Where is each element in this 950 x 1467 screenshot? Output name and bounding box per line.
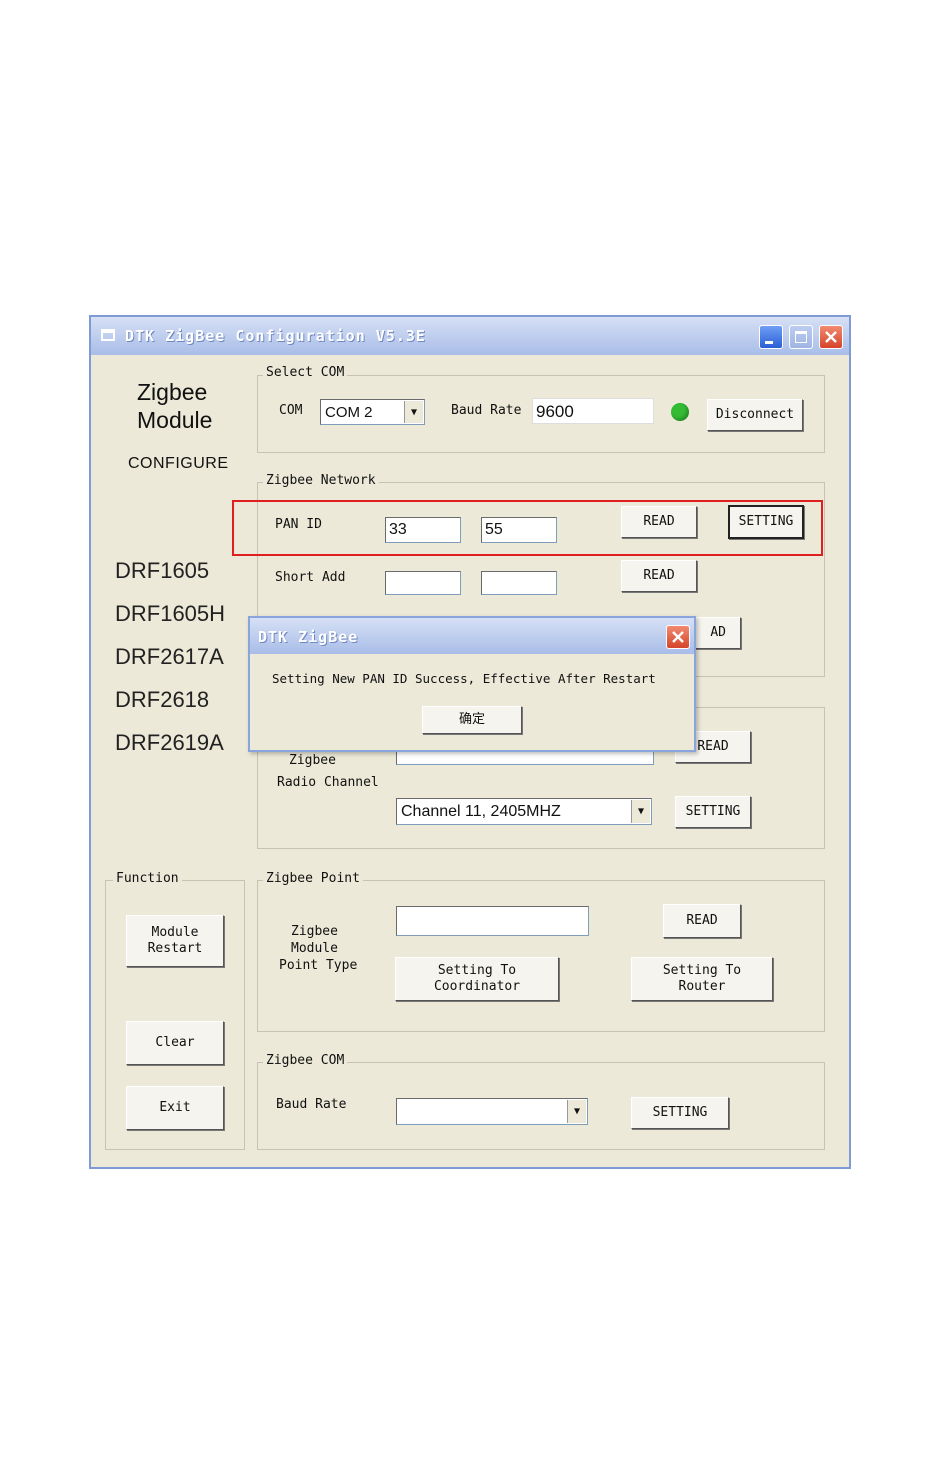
function-legend: Function <box>113 871 182 886</box>
brand-subtitle: CONFIGURE <box>128 455 229 472</box>
short-add-label: Short Add <box>275 570 346 585</box>
model-name: DRF2617A <box>115 644 224 669</box>
app-icon <box>101 329 115 341</box>
baud-rate-field[interactable]: 9600 <box>532 398 654 424</box>
short-add-input-1[interactable] <box>385 571 461 595</box>
point-read-button[interactable]: READ <box>663 904 741 938</box>
title-bar[interactable]: DTK ZigBee Configuration V5.3E <box>91 317 849 355</box>
message-dialog: DTK ZigBee Setting New PAN ID Success, E… <box>248 616 696 752</box>
point-label-line-1: Zigbee <box>291 924 338 939</box>
zigbee-point-legend: Zigbee Point <box>263 871 363 886</box>
zigbee-point-group <box>257 880 825 1032</box>
model-name: DRF1605 <box>115 558 210 583</box>
window-title: DTK ZigBee Configuration V5.3E <box>125 327 426 345</box>
model-name: DRF1605H <box>115 601 226 626</box>
pan-id-read-button[interactable]: READ <box>621 506 697 538</box>
radio-label-line-2: Radio Channel <box>277 775 379 790</box>
setting-to-router-button[interactable]: Setting To Router <box>631 957 773 1001</box>
module-restart-line-2: Restart <box>147 941 203 956</box>
close-icon <box>672 631 684 643</box>
zigbee-com-legend: Zigbee COM <box>263 1053 348 1068</box>
brand-line-1: Zigbee <box>137 379 208 405</box>
maximize-button[interactable] <box>789 325 813 349</box>
model-name: DRF2619A <box>115 730 224 755</box>
point-label-line-2: Module <box>291 941 338 956</box>
short-add-read-button[interactable]: READ <box>621 560 697 592</box>
pan-id-label: PAN ID <box>275 517 322 532</box>
pan-id-input-2[interactable]: 55 <box>481 517 557 543</box>
com-select-value: COM 2 <box>325 404 373 421</box>
connection-status-icon <box>671 403 689 421</box>
radio-label-line-1: Zigbee <box>289 753 336 768</box>
select-com-legend: Select COM <box>263 365 348 380</box>
brand-line-2: Module <box>137 407 213 433</box>
zigbee-network-legend: Zigbee Network <box>263 473 379 488</box>
clear-button[interactable]: Clear <box>126 1021 224 1065</box>
close-icon <box>825 331 837 343</box>
dialog-title-bar[interactable]: DTK ZigBee <box>250 618 694 654</box>
router-line-2: Router <box>678 979 726 994</box>
setting-to-coordinator-button[interactable]: Setting To Coordinator <box>395 957 559 1001</box>
pan-id-value-2: 55 <box>485 521 503 538</box>
coordinator-line-2: Coordinator <box>433 979 521 994</box>
baud-rate-label: Baud Rate <box>451 403 522 418</box>
zcom-setting-button[interactable]: SETTING <box>631 1097 729 1129</box>
dialog-ok-button[interactable]: 确定 <box>422 706 522 734</box>
chevron-down-icon[interactable]: ▼ <box>567 1100 586 1123</box>
minimize-icon <box>765 341 773 344</box>
pan-id-setting-button[interactable]: SETTING <box>728 505 804 539</box>
dialog-close-button[interactable] <box>666 625 690 649</box>
chevron-down-icon[interactable]: ▼ <box>404 401 423 423</box>
chevron-down-icon[interactable]: ▼ <box>631 800 650 823</box>
point-label-line-3: Point Type <box>279 958 358 973</box>
com-label: COM <box>279 403 303 418</box>
exit-button[interactable]: Exit <box>126 1086 224 1130</box>
radio-channel-select[interactable]: Channel 11, 2405MHZ ▼ <box>396 798 652 825</box>
point-type-field[interactable] <box>396 906 589 936</box>
minimize-button[interactable] <box>759 325 783 349</box>
zcom-baud-label: Baud Rate <box>276 1097 347 1112</box>
model-name: DRF2618 <box>115 687 210 712</box>
zcom-baud-select[interactable]: ▼ <box>396 1098 588 1125</box>
dialog-title: DTK ZigBee <box>258 628 359 646</box>
baud-rate-value: 9600 <box>536 402 574 421</box>
dialog-message: Setting New PAN ID Success, Effective Af… <box>272 671 656 686</box>
router-line-1: Setting To <box>662 963 742 978</box>
pan-id-input-1[interactable]: 33 <box>385 517 461 543</box>
radio-channel-value: Channel 11, 2405MHZ <box>401 803 561 820</box>
com-select[interactable]: COM 2 ▼ <box>320 399 425 425</box>
module-restart-button[interactable]: Module Restart <box>126 915 224 967</box>
short-add-input-2[interactable] <box>481 571 557 595</box>
module-restart-line-1: Module <box>151 925 199 940</box>
radio-setting-button[interactable]: SETTING <box>675 796 751 828</box>
coordinator-line-1: Setting To <box>437 963 517 978</box>
maximize-icon <box>795 331 807 343</box>
close-button[interactable] <box>819 325 843 349</box>
disconnect-button[interactable]: Disconnect <box>707 399 803 431</box>
pan-id-value-1: 33 <box>389 521 407 538</box>
